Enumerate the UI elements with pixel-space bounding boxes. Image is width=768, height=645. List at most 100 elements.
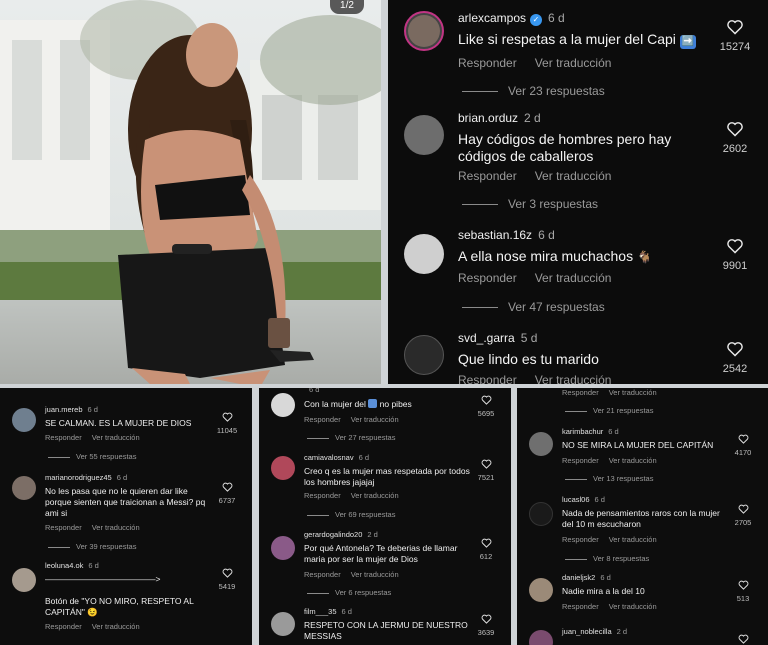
translate-button[interactable]: Ver traducción [351,415,399,424]
heart-icon[interactable] [726,19,744,35]
comment-username[interactable]: karimbachur [562,427,603,436]
avatar[interactable] [271,456,295,480]
heart-icon[interactable] [222,412,233,422]
comment-username[interactable]: sebastian.16z [458,228,532,242]
view-replies-button[interactable]: Ver 21 respuestas [565,406,653,415]
reply-button[interactable]: Responder [458,373,517,384]
view-replies-button[interactable]: Ver 69 respuestas [307,510,395,519]
comment-username[interactable]: film___35 [304,607,337,616]
like-control[interactable] [726,634,760,644]
translate-button[interactable]: Ver traducción [535,169,612,183]
avatar[interactable] [271,612,295,636]
reply-button[interactable]: Responder [45,523,82,532]
comment-username[interactable]: juan_noblecilla [562,627,612,636]
like-control[interactable]: 2602 [710,121,760,155]
heart-icon[interactable] [481,395,492,405]
reply-button[interactable]: Responder [458,271,517,285]
avatar[interactable] [271,393,295,417]
view-replies-button[interactable]: Ver 23 respuestas [462,84,605,98]
avatar[interactable] [529,432,553,456]
view-replies-button[interactable]: Ver 6 respuestas [307,588,391,597]
translate-button[interactable]: Ver traducción [609,456,657,465]
like-control[interactable]: 5419 [210,568,244,591]
translate-button[interactable]: Ver traducción [92,622,140,631]
reply-button[interactable]: Responder [562,456,599,465]
view-replies-button[interactable]: Ver 39 respuestas [48,542,136,551]
avatar[interactable] [12,476,36,500]
view-replies-button[interactable]: Ver 47 respuestas [462,300,605,314]
like-control[interactable]: 5695 [469,395,503,418]
avatar[interactable] [529,578,553,602]
avatar[interactable] [404,335,444,375]
comment-username[interactable]: camiavalosnav [304,453,354,462]
heart-icon[interactable] [222,568,233,578]
avatar[interactable] [404,234,444,274]
comment-username[interactable]: lucasl06 [562,495,590,504]
like-control[interactable]: 2542 [710,341,760,375]
view-replies-button[interactable]: Ver 55 respuestas [48,452,136,461]
reply-button[interactable]: Responder [304,415,341,424]
translate-button[interactable]: Ver traducción [351,570,399,579]
like-control[interactable]: 2705 [726,504,760,527]
comment-username[interactable]: danieljsk2 [562,573,595,582]
view-replies-button[interactable]: Ver 27 respuestas [307,433,395,442]
avatar[interactable] [404,11,444,51]
avatar[interactable] [529,502,553,526]
view-replies-button[interactable]: Ver 8 respuestas [565,554,649,563]
like-control[interactable]: 4170 [726,434,760,457]
heart-icon[interactable] [738,504,749,514]
reply-button[interactable]: Responder [304,570,341,579]
avatar[interactable] [404,115,444,155]
like-control[interactable]: 6737 [210,482,244,505]
translate-button[interactable]: Ver traducción [609,388,657,397]
heart-icon[interactable] [738,434,749,444]
translate-button[interactable]: Ver traducción [535,271,612,285]
like-control[interactable]: 513 [726,580,760,603]
translate-button[interactable]: Ver traducción [609,535,657,544]
comment-username[interactable]: leoluna4.ok [45,561,83,570]
comment-username[interactable]: svd_.garra [458,331,515,345]
comment-username[interactable]: juan.mereb [45,405,83,414]
comment-username[interactable]: arlexcampos [458,11,526,25]
comment-username[interactable]: gerardogalindo20 [304,530,362,539]
like-control[interactable]: 3639 [469,614,503,637]
comment-username[interactable]: brian.orduz [458,111,518,125]
avatar[interactable] [12,408,36,432]
reply-button[interactable]: Responder [562,535,599,544]
translate-button[interactable]: Ver traducción [92,523,140,532]
avatar[interactable] [271,536,295,560]
heart-icon[interactable] [481,459,492,469]
heart-icon[interactable] [222,482,233,492]
like-control[interactable]: 15274 [710,19,760,53]
reply-button[interactable]: Responder [45,433,82,442]
reply-button[interactable]: Responder [458,56,517,70]
comment-meta: 6 d [304,388,319,394]
heart-icon[interactable] [726,341,744,357]
like-control[interactable]: 11045 [210,412,244,435]
reply-button[interactable]: Responder [562,388,599,397]
translate-button[interactable]: Ver traducción [535,56,612,70]
heart-icon[interactable] [738,634,749,644]
heart-icon[interactable] [481,538,492,548]
reply-button[interactable]: Responder [458,169,517,183]
reply-button[interactable]: Responder [562,602,599,611]
translate-button[interactable]: Ver traducción [609,602,657,611]
like-control[interactable]: 612 [469,538,503,561]
post-photo[interactable] [0,0,381,384]
reply-button[interactable]: Responder [45,622,82,631]
heart-icon[interactable] [726,238,744,254]
heart-icon[interactable] [738,580,749,590]
heart-icon[interactable] [726,121,744,137]
avatar[interactable] [529,630,553,645]
translate-button[interactable]: Ver traducción [92,433,140,442]
view-replies-button[interactable]: Ver 13 respuestas [565,474,653,483]
view-replies-button[interactable]: Ver 3 respuestas [462,197,598,211]
heart-icon[interactable] [481,614,492,624]
like-control[interactable]: 7521 [469,459,503,482]
reply-button[interactable]: Responder [304,491,341,500]
translate-button[interactable]: Ver traducción [535,373,612,384]
like-control[interactable]: 9901 [710,238,760,272]
translate-button[interactable]: Ver traducción [351,491,399,500]
comment-username[interactable]: marianorodriguez45 [45,473,112,482]
avatar[interactable] [12,568,36,592]
